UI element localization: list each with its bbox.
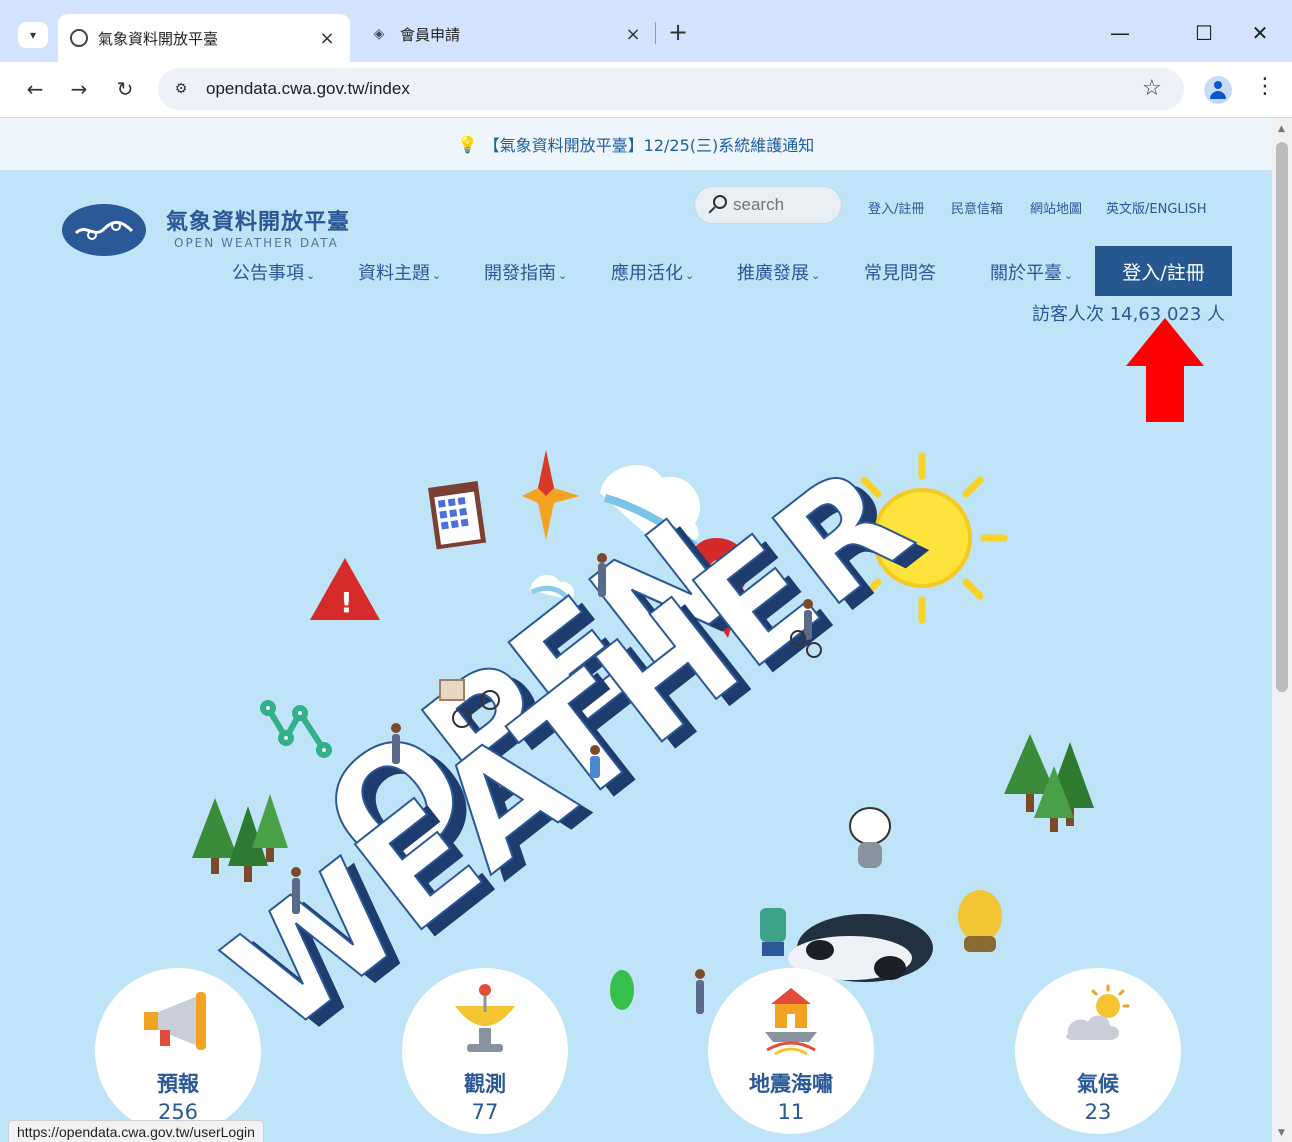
nav-about[interactable]: 關於平臺 ⌄ xyxy=(990,259,1073,285)
tab-close-icon[interactable]: × xyxy=(622,24,644,45)
category-count: 23 xyxy=(1084,1100,1112,1124)
calendar-icon xyxy=(428,481,487,550)
svg-text:!: ! xyxy=(340,586,353,619)
top-link-sitemap[interactable]: 網站地圖 xyxy=(1030,198,1082,217)
nav-applications[interactable]: 應用活化 ⌄ xyxy=(611,259,694,285)
megaphone-icon xyxy=(144,992,206,1050)
login-register-button[interactable]: 登入/註冊 xyxy=(1095,246,1232,296)
tab-title: 氣象資料開放平臺 xyxy=(98,29,219,48)
category-earthquake-tsunami[interactable]: 地震海嘯 11 xyxy=(708,968,874,1134)
wind-swirl-icon xyxy=(74,221,134,240)
forward-button[interactable]: → xyxy=(64,74,94,104)
minimize-button[interactable]: — xyxy=(1100,16,1140,50)
nav-announcements[interactable]: 公告事項 ⌄ xyxy=(232,259,315,285)
graph-line-icon xyxy=(260,700,332,758)
search-input[interactable] xyxy=(733,195,833,215)
browser-tab-bar: ▾ 氣象資料開放平臺 × ◈ 會員申請 × + — ☐ ✕ xyxy=(0,0,1292,62)
close-window-button[interactable]: ✕ xyxy=(1240,16,1280,50)
red-annotation-arrow xyxy=(1126,318,1204,422)
new-tab-button[interactable]: + xyxy=(666,18,690,46)
category-label: 地震海嘯 xyxy=(749,1072,833,1096)
tab-search-dropdown-button[interactable]: ▾ xyxy=(18,22,48,48)
robot-icon xyxy=(849,807,891,868)
category-climate[interactable]: 氣候 23 xyxy=(1015,968,1181,1134)
earthquake-house-icon xyxy=(765,988,817,1056)
chevron-down-icon: ⌄ xyxy=(558,269,568,282)
site-logo[interactable] xyxy=(62,204,146,256)
page-viewport: 💡 【氣象資料開放平臺】12/25(三)系統維護通知 氣象資料開放平臺 OPEN… xyxy=(0,118,1272,1142)
category-count: 11 xyxy=(777,1100,805,1124)
top-link-english[interactable]: 英文版/ENGLISH xyxy=(1106,198,1207,217)
chevron-down-icon: ⌄ xyxy=(1064,269,1074,282)
sun-cloud-icon xyxy=(1066,984,1130,1040)
chevron-down-icon: ▾ xyxy=(29,28,37,42)
trees-right-icon xyxy=(1004,734,1094,832)
category-count: 77 xyxy=(471,1100,499,1124)
tab-divider xyxy=(655,22,656,44)
open-weather-hero-illustration: ! OPEN OPEN WEATHER WEATHER xyxy=(192,432,1094,1078)
warning-triangle-icon: ! xyxy=(310,558,380,620)
browser-toolbar: ← → ↻ ⚙ opendata.cwa.gov.tw/index ☆ ⋮ xyxy=(0,62,1292,118)
reload-button[interactable]: ↻ xyxy=(110,74,140,104)
arrow-left-icon: ← xyxy=(26,77,44,101)
chevron-down-icon: ⌄ xyxy=(811,269,821,282)
yellow-robot-icon xyxy=(958,890,1002,952)
search-icon xyxy=(707,194,729,216)
chevron-down-icon: ⌄ xyxy=(685,269,695,282)
trees-left-icon xyxy=(192,794,288,882)
scroll-up-arrow-icon[interactable]: ▲ xyxy=(1278,124,1285,134)
nav-dev-guide[interactable]: 開發指南 ⌄ xyxy=(484,259,567,285)
address-bar[interactable]: ⚙ opendata.cwa.gov.tw/index xyxy=(158,68,1184,110)
satellite-dish-icon xyxy=(455,984,515,1052)
scrollbar-thumb[interactable] xyxy=(1276,142,1288,692)
top-link-mailbox[interactable]: 民意信箱 xyxy=(951,198,1003,217)
maintenance-notice-bar[interactable]: 💡 【氣象資料開放平臺】12/25(三)系統維護通知 xyxy=(0,118,1272,170)
tab-title: 會員申請 xyxy=(400,25,461,44)
browser-tab-active[interactable]: 氣象資料開放平臺 × xyxy=(58,14,350,62)
nav-data-topics[interactable]: 資料主題 ⌄ xyxy=(358,259,441,285)
chevron-down-icon: ⌄ xyxy=(306,269,316,282)
browser-tab-inactive[interactable]: ◈ 會員申請 × xyxy=(356,14,656,54)
category-label: 觀測 xyxy=(464,1072,506,1096)
compass-star-icon xyxy=(522,450,580,540)
category-label: 氣候 xyxy=(1077,1072,1119,1096)
site-info-icon[interactable]: ⚙ xyxy=(170,78,192,100)
search-box[interactable] xyxy=(694,186,842,224)
category-label: 預報 xyxy=(157,1072,199,1096)
site-title[interactable]: 氣象資料開放平臺 xyxy=(166,204,350,236)
nav-faq[interactable]: 常見問答 xyxy=(864,259,936,285)
site-subtitle: OPEN WEATHER DATA xyxy=(174,236,339,250)
chevron-down-icon: ⌄ xyxy=(432,269,442,282)
green-robot-icon xyxy=(760,908,786,956)
globe-favicon-icon xyxy=(70,29,88,47)
link-status-bar: https://opendata.cwa.gov.tw/userLogin xyxy=(8,1120,264,1142)
url-text: opendata.cwa.gov.tw/index xyxy=(206,79,410,98)
nav-promotion[interactable]: 推廣發展 ⌄ xyxy=(737,259,820,285)
reload-icon: ↻ xyxy=(116,77,134,101)
arrow-right-icon: → xyxy=(70,77,88,101)
cwa-favicon-icon: ◈ xyxy=(373,26,385,42)
category-cards: 預報 256 觀測 77 地震海嘯 11 氣候 23 xyxy=(0,968,1272,1142)
tab-close-icon[interactable]: × xyxy=(316,28,338,49)
scroll-down-arrow-icon[interactable]: ▼ xyxy=(1278,1128,1285,1138)
top-link-login[interactable]: 登入/註冊 xyxy=(868,198,924,217)
category-observation[interactable]: 觀測 77 xyxy=(402,968,568,1134)
maximize-button[interactable]: ☐ xyxy=(1184,16,1224,50)
maintenance-notice-text[interactable]: 【氣象資料開放平臺】12/25(三)系統維護通知 xyxy=(484,132,815,156)
category-forecast[interactable]: 預報 256 xyxy=(95,968,261,1134)
more-options-icon[interactable]: ⋮ xyxy=(1254,74,1276,99)
profile-avatar-icon[interactable] xyxy=(1204,76,1232,104)
lightbulb-icon: 💡 xyxy=(457,134,478,154)
bookmark-star-icon[interactable]: ☆ xyxy=(1142,76,1162,101)
back-button[interactable]: ← xyxy=(20,74,50,104)
page-scrollbar[interactable]: ▲ ▼ xyxy=(1272,118,1292,1142)
